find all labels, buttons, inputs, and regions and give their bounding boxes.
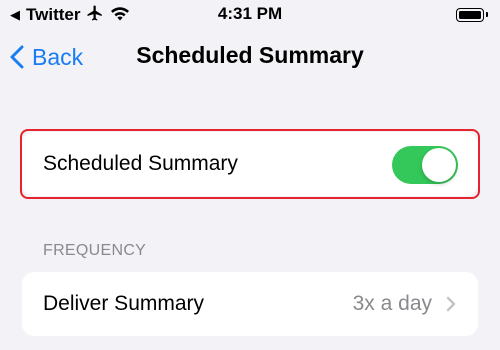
status-time: 4:31 PM — [217, 4, 283, 23]
deliver-summary-value: 3x a day — [352, 292, 432, 315]
navigation-bar: Back Scheduled Summary — [0, 30, 500, 86]
battery-level — [459, 11, 481, 19]
chevron-right-icon — [446, 296, 456, 317]
page-title: Scheduled Summary — [136, 42, 364, 68]
scheduled-summary-row: Scheduled Summary — [22, 132, 478, 196]
scheduled-summary-toggle[interactable] — [392, 146, 458, 184]
toggle-knob — [422, 148, 456, 182]
deliver-summary-label: Deliver Summary — [43, 292, 205, 315]
status-bar: ◀ Twitter 4:31 PM — [0, 0, 500, 30]
battery-tip — [485, 12, 488, 17]
deliver-summary-row[interactable]: Deliver Summary 3x a day — [22, 272, 478, 336]
section-header-frequency: FREQUENCY — [43, 242, 147, 259]
scheduled-summary-label: Scheduled Summary — [43, 152, 238, 175]
battery-icon — [456, 8, 484, 22]
